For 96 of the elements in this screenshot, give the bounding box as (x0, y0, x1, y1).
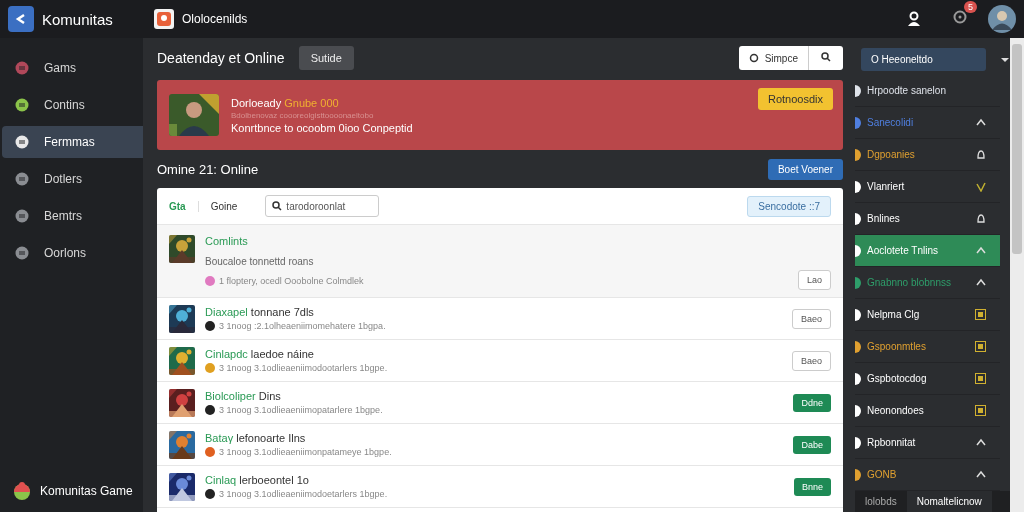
sidebar-item[interactable]: Bemtrs (2, 200, 143, 232)
row-title: Bataγ lefonoarte Ilns (205, 432, 307, 444)
row-title: Diaxapel tonnane 7dls (205, 306, 315, 318)
panel-item[interactable]: Sanecolidi (855, 107, 1000, 139)
square-icon[interactable] (975, 341, 986, 352)
list-tab[interactable]: Gta (169, 200, 199, 212)
caret-icon[interactable] (1000, 55, 1010, 64)
sidebar-item[interactable]: Contins (2, 89, 143, 121)
banner-title: Dorloeady Gnube 000 (231, 96, 340, 109)
panel-item[interactable]: Gnabnno blobnnss (855, 267, 1000, 299)
banner-message: Konrtbnce to ocoobm 0ioo Conpeptid (231, 121, 414, 134)
sidebar-item[interactable]: Gams (2, 52, 143, 84)
sort-button[interactable]: Sencodote ::7 (747, 195, 831, 217)
square-icon[interactable] (975, 309, 986, 320)
item-label: Sanecolidi (867, 117, 915, 128)
dropdown[interactable]: O Heeoneltdo (861, 48, 986, 71)
banner-subtitle: Bdolbenovaz coooreolgisttoooonaeltobo (231, 110, 375, 120)
item-label: Nelpma Clg (867, 309, 921, 320)
filter-label: Goine (210, 200, 238, 212)
panel-item[interactable]: Aoclotete Tnlins (855, 235, 1000, 267)
row-meta: 3 1noog :2.1olheaeniimomehatere 1bgpa. (219, 321, 386, 331)
search-icon (272, 201, 283, 211)
panel-item[interactable]: Hrpoodte sanelon (855, 75, 1000, 107)
status-icon (205, 489, 215, 499)
status-icon (205, 276, 215, 286)
square-icon[interactable] (975, 405, 986, 416)
bottom-tab[interactable]: Nomaltelicnow (906, 491, 992, 512)
page-heading: Deatenday et Online (157, 50, 285, 66)
row-button[interactable]: Ddne (793, 393, 831, 412)
item-label: Bnlines (867, 213, 901, 224)
action-button[interactable]: Rotnoosdix (757, 88, 833, 110)
row-title: Cinlaq lerboeontel 1o (205, 474, 310, 486)
item-label: Neonondoes (867, 405, 925, 416)
item-label: Dgpoanies (867, 149, 916, 160)
panel-item[interactable]: Rpbonnitat (855, 427, 1000, 459)
item-label: GONB (867, 469, 898, 480)
search-field[interactable]: tarodoroonlat (265, 195, 380, 217)
row-button[interactable]: Baeo (791, 308, 831, 329)
row-meta: 3 1noog 3.1odlieaeniimodoetarlers 1bgpe. (219, 489, 388, 499)
row-meta: 3 1noog 3.1odlieaeniimodootarlers 1bgpe. (219, 363, 388, 373)
row-title: Cinlapdc laedoe náine (205, 348, 315, 360)
bottom-tab[interactable]: lolobds (855, 491, 907, 512)
guide-button[interactable]: Sutide (298, 46, 354, 70)
row-title: Biolcoliper Dins (205, 390, 282, 402)
chevron-up-icon[interactable] (976, 277, 986, 288)
row-meta: 1 floptery, ocedl Ooobolne Colmdlek (219, 276, 364, 286)
row-button[interactable]: Lao (797, 270, 831, 290)
tab-title: Ololocenilds (182, 12, 248, 26)
search-field[interactable]: Simpce (738, 46, 843, 70)
panel-item[interactable]: Nelpma Clg (855, 299, 1000, 331)
panel-item[interactable]: Vlanriert (855, 171, 1000, 203)
item-label: Rpbonnitat (867, 437, 917, 448)
check-icon[interactable] (976, 181, 986, 192)
chevron-up-icon[interactable] (976, 437, 986, 448)
chevron-up-icon[interactable] (976, 117, 986, 128)
status-icon (205, 321, 215, 331)
user-icon[interactable] (906, 11, 922, 27)
community-logo-icon (12, 482, 32, 500)
status-icon (205, 405, 215, 415)
bell-icon[interactable] (976, 213, 986, 224)
row-meta: 3 1noog 3.1odlieaeniimonpatameye 1bgpe. (219, 447, 392, 457)
item-label: Gspoonmtles (867, 341, 927, 352)
sidebar-item[interactable]: Dotlers (2, 163, 143, 195)
notification-badge: 5 (964, 1, 977, 13)
panel-item[interactable]: Gspoonmtles (855, 331, 1000, 363)
item-label: Gnabnno blobnnss (867, 277, 952, 288)
panel-item[interactable]: Neonondoes (855, 395, 1000, 427)
square-icon[interactable] (975, 373, 986, 384)
panel-item[interactable]: Gspbotocdog (855, 363, 1000, 395)
sidebar-item[interactable]: Fermmas (2, 126, 143, 158)
item-label: Hrpoodte sanelon (867, 85, 947, 96)
row-button[interactable]: Bnne (793, 477, 831, 496)
panel-item[interactable]: Dgpoanies (855, 139, 1000, 171)
back-button[interactable] (8, 6, 34, 32)
app-logo-icon (154, 9, 174, 29)
footer-label: Komunitas Game (40, 484, 133, 498)
row-button[interactable]: Baeo (791, 350, 831, 371)
scrollbar-thumb[interactable] (1012, 44, 1022, 254)
avatar-icon[interactable] (988, 5, 1016, 33)
row-title: Comlints (205, 235, 249, 247)
item-label: Aoclotete Tnlins (867, 245, 939, 256)
row-button[interactable]: Dabe (793, 435, 831, 454)
search-icon[interactable] (821, 52, 831, 62)
chevron-up-icon[interactable] (976, 469, 986, 480)
status-icon (205, 447, 215, 457)
bell-icon[interactable] (976, 149, 986, 160)
app-title: Komunitas (42, 10, 114, 28)
status-icon (205, 363, 215, 373)
settings-icon[interactable] (952, 9, 968, 25)
primary-button[interactable]: Boet Voener (767, 158, 843, 180)
row-description: Boucaloe tonnettd roans (205, 256, 315, 267)
section-title: Omine 21: Online (157, 161, 259, 177)
sidebar-item[interactable]: Oorlons (2, 237, 143, 269)
row-meta: 3 1noog 3.1odlieaeniimopatarlere 1bgpe. (219, 405, 383, 415)
item-label: Gspbotocdog (867, 373, 928, 384)
item-label: Vlanriert (867, 181, 906, 192)
